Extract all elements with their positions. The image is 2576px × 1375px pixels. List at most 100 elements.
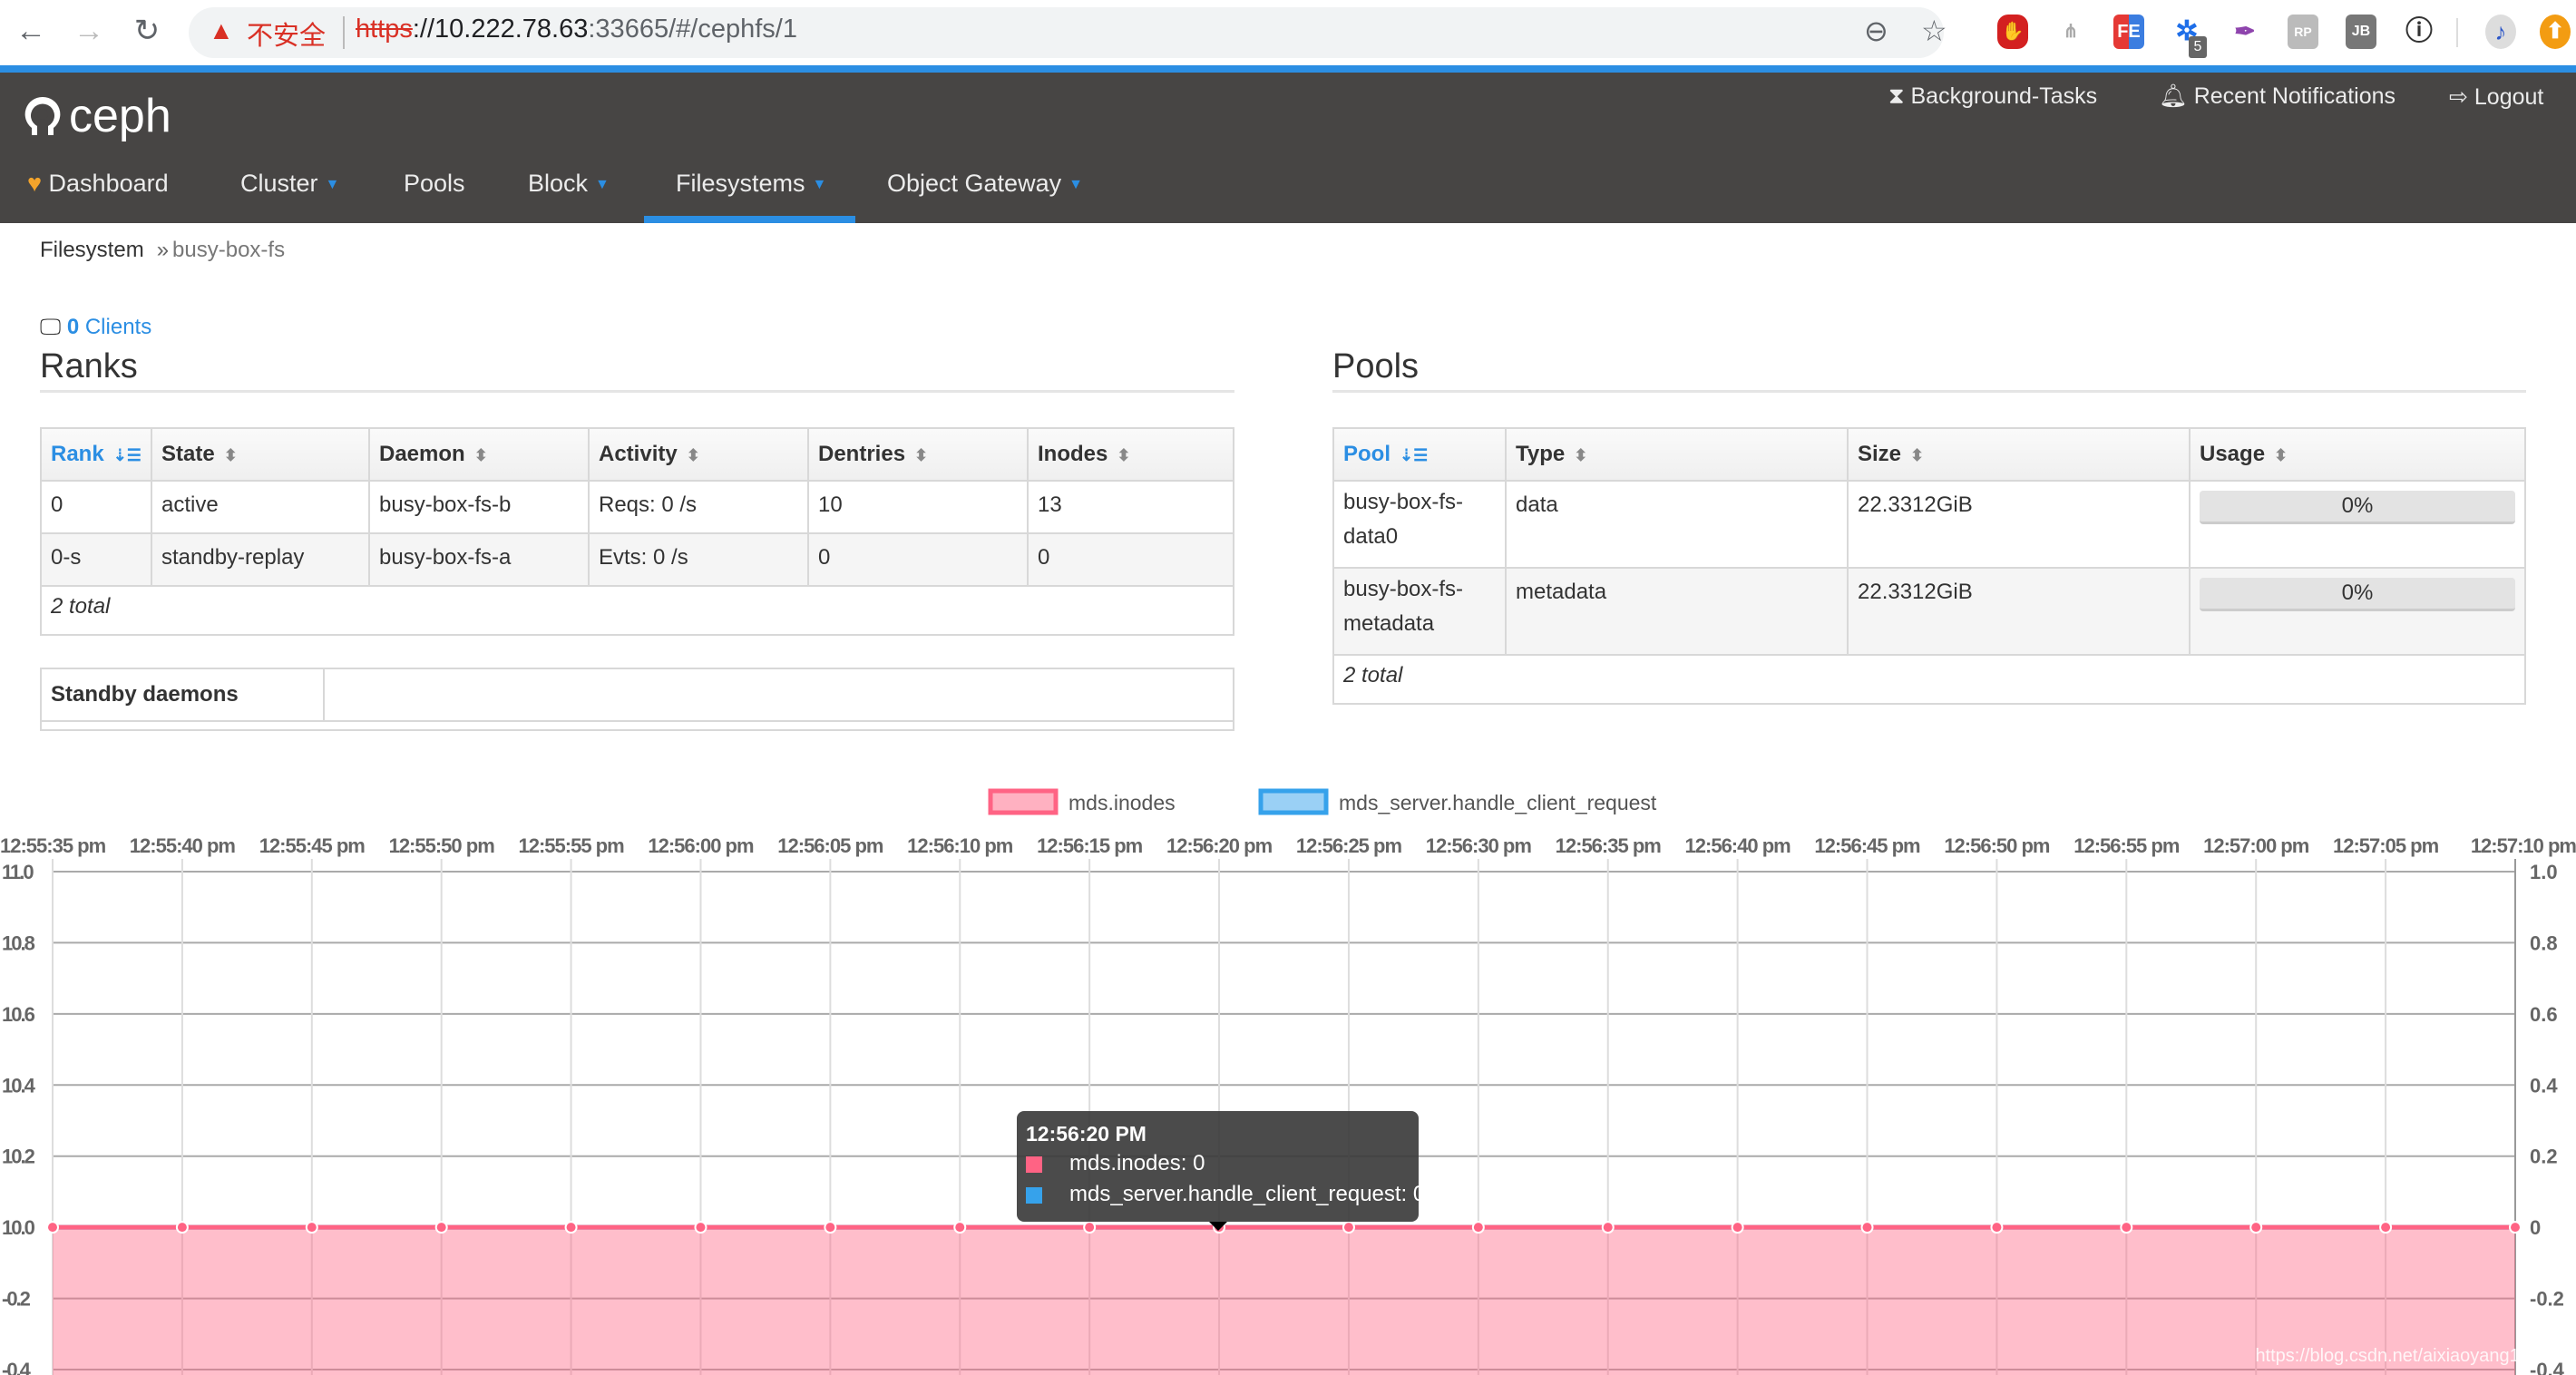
tooltip-item-text: mds_server.handle_client_request: 0 bbox=[1069, 1182, 1426, 1206]
col-daemon[interactable]: Daemon ⬍ bbox=[368, 427, 590, 482]
clients-link[interactable]: 🖵︎ 0 Clients bbox=[40, 315, 151, 340]
table-row[interactable]: busy-box-fs-metadata metadata 22.3312GiB… bbox=[1332, 567, 2526, 656]
cell-rank: 0-s bbox=[40, 532, 152, 587]
notifications-label: Recent Notifications bbox=[2193, 83, 2396, 109]
col-label: Daemon bbox=[379, 442, 465, 466]
x-tick-label: 12:56:05 pm bbox=[777, 834, 883, 857]
x-tick-label: 12:55:50 pm bbox=[389, 834, 495, 857]
ranks-table: Rank ⇣☰ State ⬍ Daemon ⬍ Activity ⬍ Dentries… bbox=[40, 427, 1234, 636]
logout-link[interactable]: ⇨ Logout bbox=[2449, 83, 2543, 111]
forward-icon[interactable]: → bbox=[71, 13, 107, 49]
series-area-mds-inodes bbox=[53, 1227, 2515, 1375]
nav-dashboard-label: Dashboard bbox=[48, 170, 169, 197]
col-type[interactable]: Type ⬍ bbox=[1505, 427, 1849, 482]
cell-dentries: 10 bbox=[807, 480, 1029, 534]
y-tick-label-right: 0.2 bbox=[2530, 1146, 2558, 1168]
pool-name-part: metadata bbox=[1343, 611, 1435, 636]
x-tick-label: 12:57:00 pm bbox=[2203, 834, 2309, 857]
security-label[interactable]: 不安全 bbox=[247, 15, 326, 53]
nav-block[interactable]: Block ▼ bbox=[528, 170, 610, 198]
background-tasks-link[interactable]: ⧗ Background-Tasks bbox=[1888, 83, 2097, 110]
legend-swatch bbox=[1026, 1156, 1042, 1173]
reload-icon[interactable]: ↻ bbox=[129, 13, 165, 49]
jb-extension-icon[interactable]: JB bbox=[2346, 15, 2376, 49]
notifications-link[interactable]: 🔔︎ Recent Notifications bbox=[2159, 83, 2395, 110]
x-tick-label: 12:56:35 pm bbox=[1556, 834, 1662, 857]
x-tick-label: 12:57:10 pm bbox=[2471, 834, 2576, 857]
y-tick-label-right: 0.6 bbox=[2530, 1003, 2558, 1026]
col-label: Activity bbox=[599, 442, 678, 466]
data-point bbox=[694, 1221, 707, 1234]
col-dentries[interactable]: Dentries ⬍ bbox=[807, 427, 1029, 482]
table-row[interactable]: 0-s standby-replay busy-box-fs-a Evts: 0… bbox=[40, 532, 1234, 587]
caret-down-icon: ▼ bbox=[325, 176, 340, 192]
data-point bbox=[1342, 1221, 1355, 1234]
x-tick-label: 12:55:35 pm bbox=[0, 834, 106, 857]
sitemap-extension-icon[interactable]: ⋔ bbox=[2055, 15, 2086, 49]
col-label: Size bbox=[1858, 442, 1902, 466]
cell-size: 22.3312GiB bbox=[1847, 567, 2191, 656]
data-point bbox=[1731, 1221, 1744, 1234]
data-point bbox=[1860, 1221, 1874, 1234]
fe-extension-icon[interactable]: FE bbox=[2113, 15, 2144, 49]
y-tick-label-left: -0.2 bbox=[2, 1288, 31, 1311]
brand-name: ceph bbox=[69, 90, 171, 142]
cell-dentries: 0 bbox=[807, 532, 1029, 587]
col-size[interactable]: Size ⬍ bbox=[1847, 427, 2191, 482]
table-row[interactable]: busy-box-fs-data0 data 22.3312GiB 0% bbox=[1332, 480, 2526, 569]
col-label: Usage bbox=[2200, 442, 2266, 466]
x-tick-label: 12:55:45 pm bbox=[259, 834, 366, 857]
x-tick-label: 12:55:40 pm bbox=[130, 834, 236, 857]
toolbar-divider bbox=[2456, 18, 2458, 47]
cell-inodes: 0 bbox=[1027, 532, 1234, 587]
warning-icon[interactable]: ▲ bbox=[209, 16, 234, 45]
y-tick-label-right: 0.8 bbox=[2530, 931, 2558, 954]
table-row[interactable]: 0 active busy-box-fs-b Reqs: 0 /s 10 13 bbox=[40, 480, 1234, 534]
breadcrumb-current: busy-box-fs bbox=[172, 238, 286, 262]
tooltip-caret bbox=[1209, 1222, 1227, 1231]
col-state[interactable]: State ⬍ bbox=[151, 427, 370, 482]
data-point bbox=[1601, 1221, 1615, 1234]
feather-extension-icon[interactable]: ✒ bbox=[2230, 15, 2260, 49]
sort-icon: ⬍ bbox=[1910, 446, 1925, 464]
sort-icon: ⬍ bbox=[223, 446, 238, 464]
clients-label: Clients bbox=[84, 315, 152, 339]
nav-filesystems[interactable]: Filesystems ▼ bbox=[676, 170, 826, 198]
adblock-extension-icon[interactable]: ✋ bbox=[1997, 15, 2028, 49]
y-tick-label-left: 10.0 bbox=[2, 1216, 35, 1239]
x-tick-label: 12:56:25 pm bbox=[1296, 834, 1402, 857]
watermark: https://blog.csdn.net/aixiaoyang168 bbox=[2255, 1346, 2540, 1366]
col-usage[interactable]: Usage ⬍ bbox=[2189, 427, 2526, 482]
rp-extension-icon[interactable]: RP bbox=[2288, 15, 2318, 49]
url-text[interactable]: https://10.222.78.63:33665/#/cephfs/1 bbox=[356, 15, 797, 44]
nav-dashboard[interactable]: ♥ Dashboard bbox=[27, 170, 169, 198]
breadcrumb-parent[interactable]: Filesystem bbox=[40, 238, 144, 262]
back-icon[interactable]: ← bbox=[13, 13, 49, 49]
col-inodes[interactable]: Inodes ⬍ bbox=[1027, 427, 1234, 482]
tooltip-item-text: mds.inodes: 0 bbox=[1069, 1151, 1205, 1175]
cell-usage: 0% bbox=[2189, 480, 2526, 569]
col-activity[interactable]: Activity ⬍ bbox=[588, 427, 809, 482]
x-tick-label: 12:56:15 pm bbox=[1037, 834, 1143, 857]
x-tick-label: 12:56:30 pm bbox=[1426, 834, 1532, 857]
x-tick-label: 12:56:40 pm bbox=[1685, 834, 1791, 857]
x-tick-label: 12:56:10 pm bbox=[907, 834, 1013, 857]
x-tick-label: 12:56:20 pm bbox=[1166, 834, 1273, 857]
data-point bbox=[953, 1221, 967, 1234]
password-extension-icon[interactable]: ⓘ bbox=[2404, 15, 2435, 49]
ceph-logo[interactable]: ceph bbox=[22, 89, 171, 143]
cell-daemon: busy-box-fs-b bbox=[368, 480, 590, 534]
cell-daemon: busy-box-fs-a bbox=[368, 532, 590, 587]
update-icon[interactable]: ⬆ bbox=[2540, 15, 2571, 49]
music-extension-icon[interactable]: ♪ bbox=[2485, 15, 2516, 49]
col-rank[interactable]: Rank ⇣☰ bbox=[40, 427, 152, 482]
bookmark-star-icon[interactable]: ☆ bbox=[1921, 13, 1947, 49]
sort-icon: ⬍ bbox=[1574, 446, 1588, 464]
nav-object-gateway[interactable]: Object Gateway ▼ bbox=[887, 170, 1083, 198]
nav-cluster[interactable]: Cluster ▼ bbox=[240, 170, 339, 198]
col-pool[interactable]: Pool ⇣☰ bbox=[1332, 427, 1507, 482]
nav-pools[interactable]: Pools bbox=[404, 170, 465, 198]
zoom-out-icon[interactable]: ⊖ bbox=[1864, 13, 1888, 49]
data-point bbox=[824, 1221, 837, 1234]
col-label: Inodes bbox=[1038, 442, 1108, 466]
